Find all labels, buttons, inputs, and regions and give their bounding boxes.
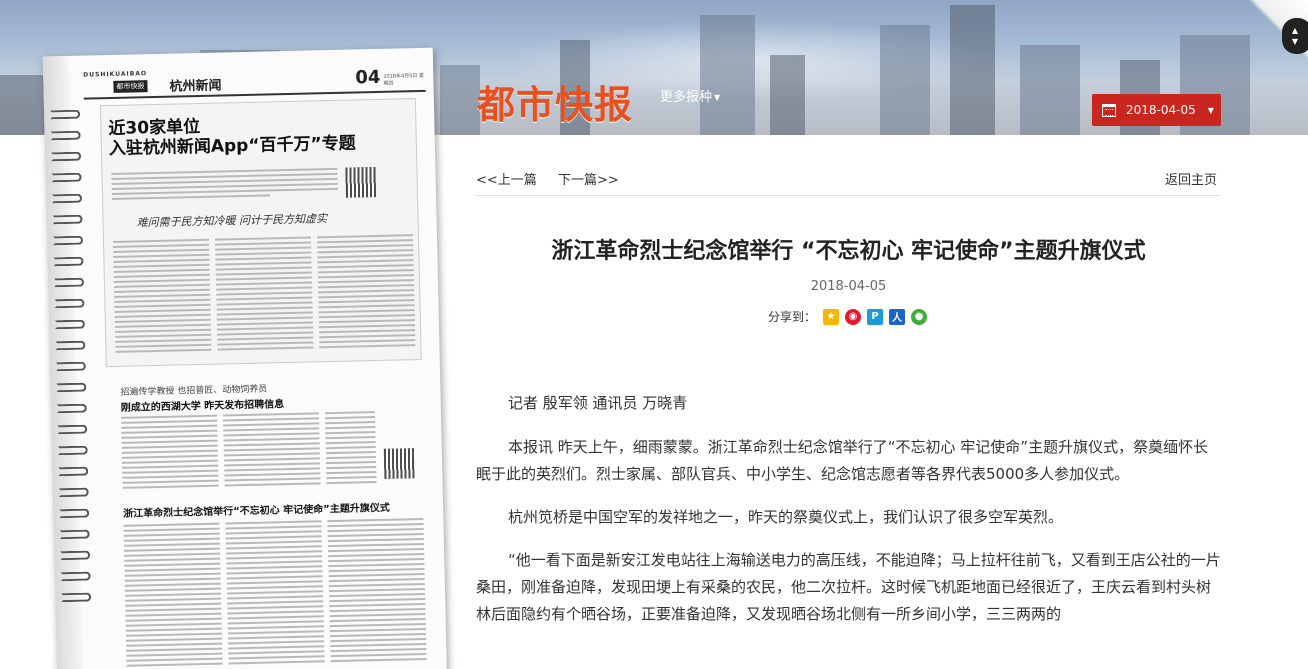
text-block (225, 520, 325, 667)
skyline-building (770, 55, 805, 135)
calendar-icon (1102, 103, 1116, 117)
share-bar: 分享到： ★ ◉ P 人 ● (768, 308, 930, 325)
caret-down-icon: ▼ (1207, 105, 1214, 115)
article-paragraph: 杭州笕桥是中国空军的发祥地之一，昨天的祭奠仪式上，我们认识了很多空军英烈。 (508, 508, 1064, 526)
pengyou-icon[interactable]: P (867, 308, 884, 325)
third-story-headline[interactable]: 浙江革命烈士纪念馆举行“不忘初心 牢记使命”主题升旗仪式 (123, 499, 390, 520)
more-papers-dropdown[interactable]: 更多报种 ▼ (660, 86, 720, 105)
prev-article-link[interactable]: <<上一篇 (476, 169, 537, 188)
text-block (327, 517, 427, 665)
text-block (112, 238, 212, 356)
newspaper-page-thumbnail[interactable]: DUSHIKUAIBAO 都市快报 杭州新闻 04 2018年4月5日 星期四 … (28, 44, 448, 669)
lead-headline[interactable]: 近30家单位 入驻杭州新闻App“百千万”专题 (108, 113, 356, 159)
article-date: 2018-04-05 (810, 279, 887, 294)
caret-down-icon: ▼ (714, 93, 721, 102)
date-selector[interactable]: 2018-04-05 ▼ (1092, 94, 1221, 126)
more-papers-label: 更多报种 (660, 90, 713, 105)
text-block (222, 412, 321, 489)
scroll-widget[interactable]: ▲ ▼ (1282, 18, 1308, 54)
back-home-link[interactable]: 返回主页 (1165, 169, 1217, 188)
text-block (111, 167, 338, 203)
spiral-binding (50, 109, 97, 615)
article-paragraph: “他一看下面是新安江发电站往上海输送电力的高压线，不能迫降；马上拉杆往前飞，又看… (476, 551, 1221, 623)
qr-code-icon (383, 448, 415, 479)
wechat-icon[interactable]: ● (911, 308, 928, 325)
masthead-date: 2018年4月5日 星期四 (383, 72, 425, 87)
chevron-up-icon[interactable]: ▲ (1292, 25, 1298, 36)
page-masthead: DUSHIKUAIBAO 都市快报 杭州新闻 04 2018年4月5日 星期四 (83, 61, 426, 100)
masthead-brand-en: DUSHIKUAIBAO (83, 70, 148, 79)
chevron-down-icon[interactable]: ▼ (1292, 36, 1298, 47)
renren-icon[interactable]: 人 (889, 308, 906, 325)
article-body: 记者 殷军领 通讯员 万晓青 本报讯 昨天上午，细雨蒙蒙。浙江革命烈士纪念馆举行… (476, 390, 1221, 644)
masthead-brand: 都市快报 (113, 80, 148, 93)
skyline-building (880, 25, 930, 135)
article-byline: 记者 殷军领 通讯员 万晓青 (508, 394, 688, 412)
second-story-headline[interactable]: 刚成立的西湖大学 昨天发布招聘信息 (121, 395, 285, 414)
date-selector-value: 2018-04-05 (1126, 103, 1196, 117)
skyline-building (950, 5, 995, 135)
divider (476, 195, 1221, 196)
text-block (120, 414, 219, 492)
qzone-icon[interactable]: ★ (823, 308, 840, 325)
masthead-page-number: 04 (355, 66, 381, 89)
share-label: 分享到： (768, 310, 817, 324)
weibo-icon[interactable]: ◉ (845, 308, 862, 325)
text-block (324, 411, 377, 487)
skyline-building (700, 15, 755, 135)
next-article-link[interactable]: 下一篇>> (558, 169, 619, 188)
skyline-building (1020, 45, 1080, 135)
newspaper-page[interactable]: DUSHIKUAIBAO 都市快报 杭州新闻 04 2018年4月5日 星期四 … (42, 47, 448, 669)
text-block (214, 236, 314, 353)
article-title: 浙江革命烈士纪念馆举行 “不忘初心 牢记使命”主题升旗仪式 (551, 239, 1146, 264)
article-paragraph: 本报讯 昨天上午，细雨蒙蒙。浙江革命烈士纪念馆举行了“不忘初心 牢记使命”主题升… (476, 438, 1209, 483)
text-block (316, 234, 416, 351)
paper-logo[interactable]: 都市快报 (477, 74, 633, 129)
text-block (123, 522, 223, 669)
qr-code-icon (345, 166, 377, 198)
skyline-building (440, 65, 480, 135)
masthead-column: 杭州新闻 (169, 78, 222, 95)
